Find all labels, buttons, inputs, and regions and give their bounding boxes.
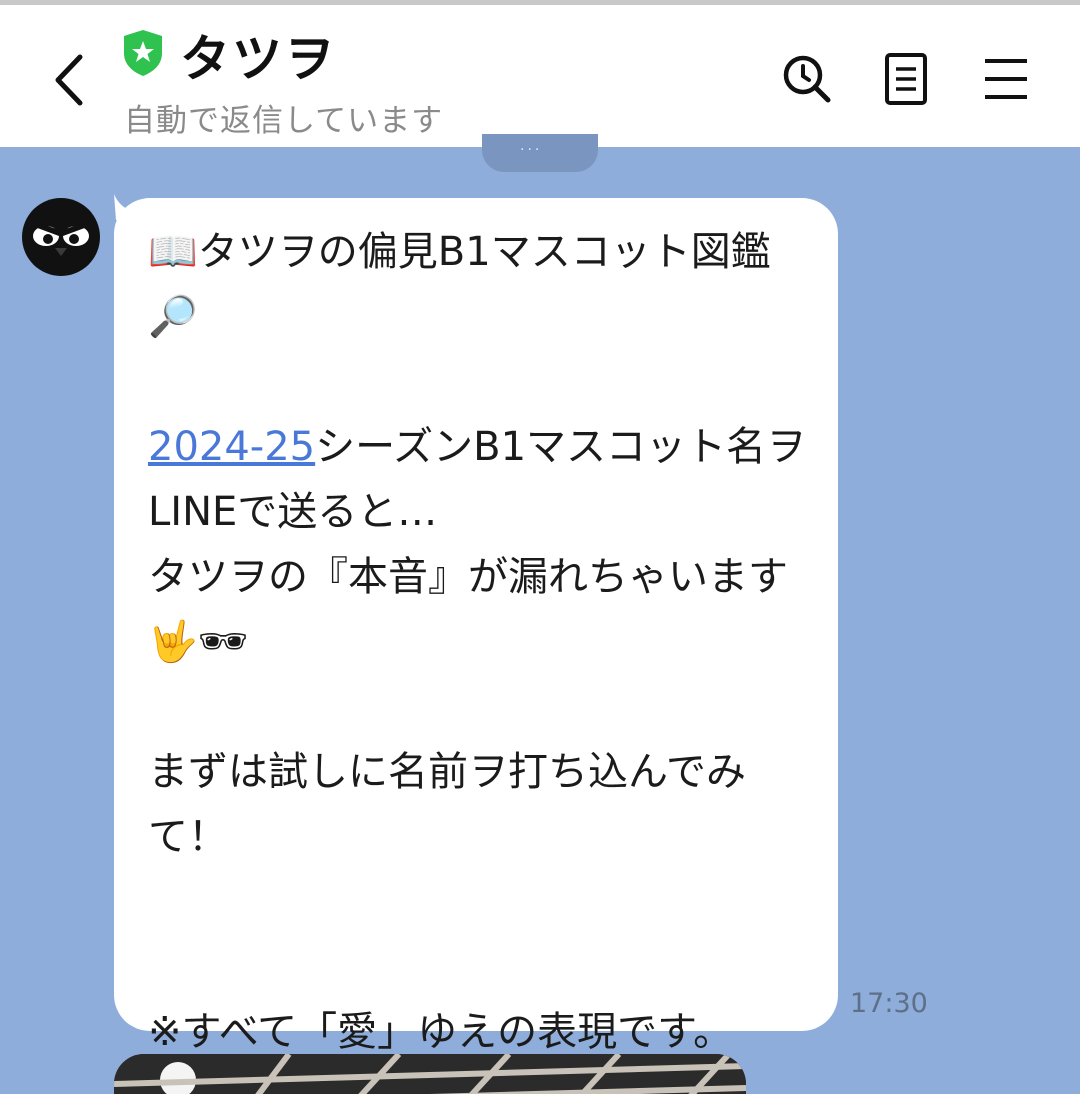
chat-header: タツヲ 自動で返信しています [0, 5, 1080, 147]
image-message[interactable] [114, 1054, 746, 1094]
message-timestamp: 17:30 [850, 988, 928, 1019]
chat-title: タツヲ [180, 30, 336, 88]
message-line: まずは試しに名前ヲ打ち込んでみて！ [148, 749, 746, 860]
search-icon [783, 55, 831, 103]
search-button[interactable] [776, 49, 836, 109]
message-bubble[interactable]: 📖タツヲの偏見B1マスコット図鑑🔎 2024-25シーズンB1マスコット名ヲLI… [114, 198, 838, 1055]
message-line: タツヲの『本音』が漏れちゃいます🤟🕶 [148, 554, 788, 665]
message-line: 📖タツヲの偏見B1マスコット図鑑🔎 [148, 229, 771, 340]
shield-star-icon [124, 30, 162, 76]
handle-dots: ··· [520, 142, 543, 158]
notes-button[interactable] [876, 49, 936, 109]
menu-button[interactable] [976, 49, 1036, 109]
avatar[interactable] [22, 198, 100, 276]
season-link[interactable]: 2024-25 [148, 424, 315, 470]
message-line: ※すべて「愛」ゆえの表現です。 [148, 1009, 734, 1055]
chevron-left-icon [55, 54, 83, 106]
auto-reply-status: 自動で返信しています [124, 103, 444, 139]
hamburger-icon [985, 59, 1027, 99]
image-preview [114, 1054, 746, 1094]
pull-down-handle[interactable]: ··· [482, 134, 598, 172]
back-button[interactable] [44, 45, 100, 115]
message-text: 📖タツヲの偏見B1マスコット図鑑🔎 2024-25シーズンB1マスコット名ヲLI… [148, 220, 808, 1065]
note-icon [885, 53, 927, 105]
